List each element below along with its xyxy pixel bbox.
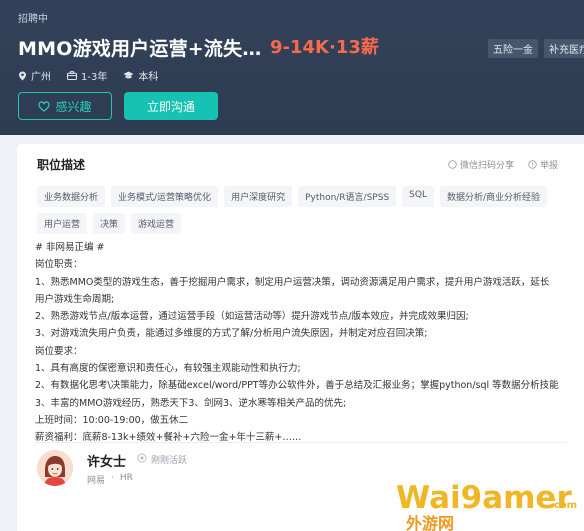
- skill-tag: 业务数据分析: [37, 186, 106, 207]
- benefit-tag: 五险一金: [488, 39, 538, 58]
- recruiter-avatar-icon: [37, 450, 73, 486]
- desc-line: 2、熟悉游戏节点/版本运营，通过运营手段（如运营活动等）提升游戏节点/版本效应，…: [35, 311, 469, 323]
- watermark-com: .com: [550, 500, 577, 511]
- location-text: 广州: [31, 72, 51, 83]
- watermark-logo: Wai9amer .com 外游网: [395, 479, 577, 531]
- education-meta: 本科: [123, 68, 158, 83]
- desc-line: 3、对游戏流失用户负责，能通过多维度的方式了解/分析用户流失原因，并制定对应召回…: [35, 328, 428, 340]
- job-title: MMO游戏用户运营+流失…: [18, 38, 262, 60]
- wechat-share-button[interactable]: 微信扫码分享: [448, 158, 514, 171]
- desc-line: 3、丰富的MMO游戏经历，熟悉天下3、剑网3、逆水寒等相关产品的优先;: [35, 397, 347, 409]
- job-description-text: # 非网易正编 # 岗位职责： 1、熟悉MMO类型的游戏生态，善于挖掘用户需求，…: [35, 239, 565, 447]
- avatar[interactable]: [37, 450, 73, 486]
- heart-icon: [38, 100, 51, 112]
- location-meta: 广州: [18, 68, 51, 83]
- recruiter-company: 网易 · HR: [87, 473, 133, 486]
- report-label: 举报: [539, 161, 558, 171]
- salary: 9-14K·13薪: [270, 37, 379, 58]
- desc-line: 岗位要求：: [35, 345, 83, 357]
- desc-line: # 非网易正编 #: [35, 242, 105, 253]
- card-actions: 微信扫码分享 举报: [448, 158, 558, 171]
- experience-text: 1-3年: [81, 72, 108, 83]
- benefit-tags: 五险一金 补充医疗保: [488, 39, 584, 58]
- skill-tag: SQL: [402, 186, 434, 207]
- briefcase-icon: [67, 71, 77, 80]
- skill-tag: 数据分析/商业分析经验: [439, 186, 548, 207]
- watermark-brand: Wai9amer: [396, 480, 572, 516]
- active-status: 刚刚活跃: [151, 456, 188, 466]
- skill-tag: Python/R语言/SPSS: [298, 186, 397, 207]
- chat-now-button[interactable]: 立即沟通: [124, 92, 218, 120]
- report-button[interactable]: 举报: [528, 158, 558, 171]
- recruit-status: 招聘中: [18, 14, 48, 25]
- active-status-icon: [137, 453, 147, 463]
- desc-line: 岗位职责：: [35, 259, 83, 271]
- skill-tag: 业务模式/运营策略优化: [111, 186, 219, 207]
- desc-line: 上班时间：10:00-19:00，做五休二: [35, 414, 189, 426]
- company-name: 网易: [87, 476, 106, 486]
- divider: [35, 442, 565, 443]
- desc-line: 用户游戏生命周期;: [35, 293, 115, 305]
- skill-tag: 用户运营: [37, 213, 88, 234]
- desc-line: 1、熟悉MMO类型的游戏生态，善于挖掘用户需求，制定用户运营决策，调动资源满足用…: [35, 276, 550, 288]
- skill-tag: 用户深度研究: [224, 186, 293, 207]
- job-description-card: 职位描述 微信扫码分享 举报 业务数据分析 业务模式/运营策略优化 用户深度研究…: [17, 144, 584, 531]
- graduation-cap-icon: [123, 71, 134, 79]
- desc-line: 2、有数据化思考\决策能力，除基础excel/word/PPT等办公软件外，善于…: [35, 380, 559, 392]
- job-meta: 广州 1-3年 本科: [18, 68, 158, 83]
- warning-icon: [528, 160, 537, 169]
- recruiter-role: HR: [119, 473, 133, 483]
- separator-dot: ·: [111, 473, 114, 483]
- watermark-subtitle: 外游网: [405, 514, 454, 531]
- desc-line: 薪资福利：底薪8-13k+绩效+餐补+六险一金+年十三薪+……: [35, 432, 302, 444]
- skill-tag: 决策: [93, 213, 126, 234]
- benefit-tag: 补充医疗保: [544, 39, 584, 58]
- skill-tags: 业务数据分析 业务模式/运营策略优化 用户深度研究 Python/R语言/SPS…: [37, 186, 557, 234]
- education-text: 本科: [138, 72, 159, 83]
- recruiter-name: 许女士: [87, 455, 127, 470]
- job-header: 招聘中 MMO游戏用户运营+流失… 9-14K·13薪 五险一金 补充医疗保 广…: [0, 0, 584, 135]
- interest-button[interactable]: 感兴趣: [18, 92, 112, 120]
- qr-code-icon: [448, 160, 457, 169]
- desc-line: 1、具有高度的保密意识和责任心，有较强主观能动性和执行力;: [35, 363, 301, 375]
- skill-tag: 游戏运营: [131, 213, 182, 234]
- location-pin-icon: [19, 71, 26, 80]
- interest-label: 感兴趣: [55, 99, 92, 114]
- experience-meta: 1-3年: [67, 68, 107, 83]
- section-title: 职位描述: [37, 158, 86, 172]
- wechat-share-label: 微信扫码分享: [459, 161, 514, 171]
